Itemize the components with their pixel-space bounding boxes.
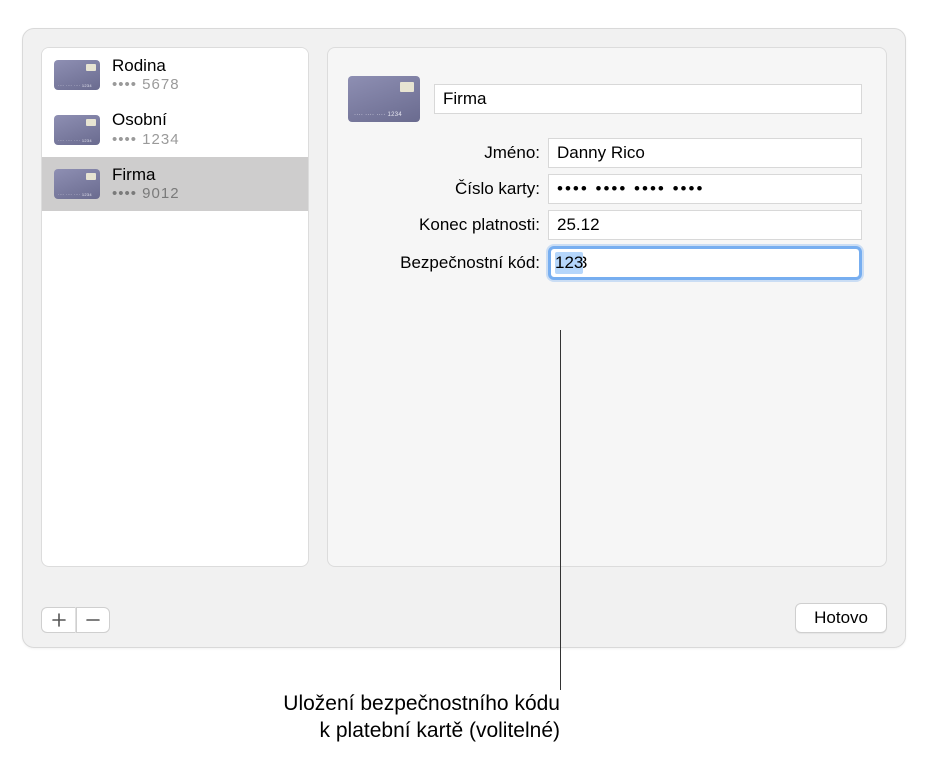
- sidebar-text: Firma •••• 9012: [112, 165, 180, 203]
- card-number-input[interactable]: [548, 174, 862, 204]
- payment-cards-window: Rodina •••• 5678 Osobní •••• 1234 Firma …: [22, 28, 906, 648]
- label-security: Bezpečnostní kód:: [348, 253, 548, 273]
- cardholder-name-input[interactable]: [548, 138, 862, 168]
- sidebar-item-firma[interactable]: Firma •••• 9012: [42, 157, 308, 211]
- remove-card-button[interactable]: [76, 607, 110, 633]
- credit-card-icon: [54, 169, 100, 199]
- card-title: Rodina: [112, 56, 180, 76]
- cards-sidebar: Rodina •••• 5678 Osobní •••• 1234 Firma …: [41, 47, 309, 567]
- card-title: Osobní: [112, 110, 180, 130]
- credit-card-icon: [54, 115, 100, 145]
- credit-card-icon: [348, 76, 420, 122]
- security-code-input[interactable]: [548, 246, 862, 280]
- add-card-button[interactable]: [41, 607, 75, 633]
- field-row-number: Číslo karty:: [348, 174, 862, 204]
- callout-text: Uložení bezpečnostního kódu k platební k…: [170, 690, 560, 745]
- content-row: Rodina •••• 5678 Osobní •••• 1234 Firma …: [41, 47, 887, 567]
- field-row-name: Jméno:: [348, 138, 862, 168]
- label-expiry: Konec platnosti:: [348, 215, 548, 235]
- minus-icon: [86, 613, 100, 627]
- field-row-expiry: Konec platnosti:: [348, 210, 862, 240]
- card-detail-panel: Jméno: Číslo karty: Konec platnosti: Bez…: [327, 47, 887, 567]
- label-name: Jméno:: [348, 143, 548, 163]
- card-last4: •••• 1234: [112, 131, 180, 149]
- label-number: Číslo karty:: [348, 179, 548, 199]
- credit-card-icon: [54, 60, 100, 90]
- add-remove-toolbar: [41, 607, 110, 633]
- callout-line1: Uložení bezpečnostního kódu: [283, 692, 560, 715]
- sidebar-item-osobni[interactable]: Osobní •••• 1234: [42, 102, 308, 156]
- sidebar-item-rodina[interactable]: Rodina •••• 5678: [42, 48, 308, 102]
- callout-line2: k platební kartě (volitelné): [320, 719, 560, 742]
- done-button[interactable]: Hotovo: [795, 603, 887, 633]
- card-name-input[interactable]: [434, 84, 862, 114]
- sidebar-text: Rodina •••• 5678: [112, 56, 180, 94]
- field-row-security: Bezpečnostní kód: 123: [348, 246, 862, 280]
- plus-icon: [52, 613, 66, 627]
- card-last4: •••• 9012: [112, 185, 180, 203]
- expiry-input[interactable]: [548, 210, 862, 240]
- sidebar-text: Osobní •••• 1234: [112, 110, 180, 148]
- card-last4: •••• 5678: [112, 76, 180, 94]
- detail-header: [348, 76, 862, 122]
- security-input-wrap: 123: [548, 246, 862, 280]
- card-title: Firma: [112, 165, 180, 185]
- callout-leader-line: [560, 330, 561, 690]
